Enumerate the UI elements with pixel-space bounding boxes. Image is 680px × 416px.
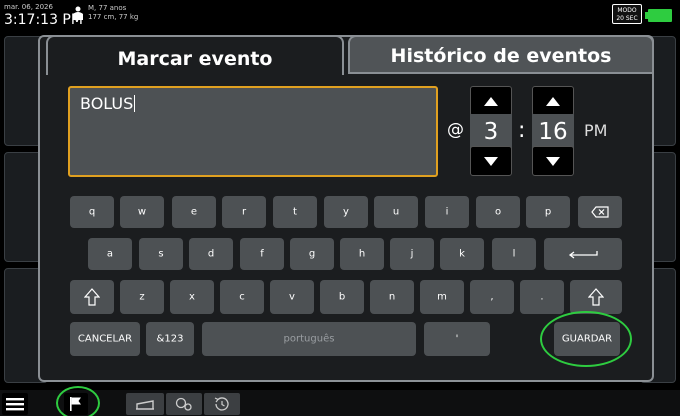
apostrophe-key[interactable]: ' — [424, 322, 490, 356]
chevron-down-icon — [484, 156, 498, 166]
flag-highlight-circle — [56, 386, 100, 416]
shift-icon — [84, 288, 100, 306]
event-text-value: BOLUS — [80, 94, 134, 113]
key-o[interactable]: o — [476, 196, 520, 228]
chevron-up-icon — [484, 96, 498, 106]
bed-button[interactable] — [126, 393, 164, 415]
mode-badge[interactable]: MODO 20 SEC — [612, 4, 642, 24]
mode-label: MODO — [617, 7, 637, 14]
key-x[interactable]: x — [170, 280, 214, 314]
backspace-key[interactable] — [578, 196, 622, 228]
key-e[interactable]: e — [172, 196, 216, 228]
patient-icon — [73, 6, 83, 20]
minute-up-button[interactable] — [532, 86, 574, 116]
event-text-input[interactable]: BOLUS — [68, 86, 438, 177]
shift-icon — [588, 288, 604, 306]
key-comma[interactable]: , — [470, 280, 514, 314]
bottom-toolbar — [0, 390, 680, 416]
key-m[interactable]: m — [420, 280, 464, 314]
mode-interval: 20 SEC — [616, 15, 638, 22]
patient-demographics: M, 77 anos — [88, 4, 127, 12]
save-highlight-circle — [540, 311, 632, 367]
chevron-up-icon — [546, 96, 560, 106]
hour-down-button[interactable] — [470, 146, 512, 176]
key-period[interactable]: . — [520, 280, 564, 314]
time-separator: : — [518, 118, 526, 143]
settings-icon — [175, 397, 192, 411]
tab-event-history[interactable]: Histórico de eventos — [348, 35, 654, 74]
shift-key-right[interactable] — [570, 280, 622, 314]
key-q[interactable]: q — [70, 196, 114, 228]
key-j[interactable]: j — [390, 238, 434, 270]
key-b[interactable]: b — [320, 280, 364, 314]
key-r[interactable]: r — [222, 196, 266, 228]
chevron-down-icon — [546, 156, 560, 166]
text-cursor — [134, 95, 136, 112]
key-i[interactable]: i — [425, 196, 469, 228]
history-icon — [214, 397, 229, 411]
space-key[interactable]: português — [202, 322, 416, 356]
key-l[interactable]: l — [492, 238, 536, 270]
bed-icon — [136, 400, 154, 410]
tab-mark-event[interactable]: Marcar evento — [46, 35, 344, 75]
key-h[interactable]: h — [340, 238, 384, 270]
key-d[interactable]: d — [189, 238, 233, 270]
key-p[interactable]: p — [526, 196, 570, 228]
backspace-icon — [591, 206, 609, 218]
key-f[interactable]: f — [240, 238, 284, 270]
key-z[interactable]: z — [120, 280, 164, 314]
key-n[interactable]: n — [370, 280, 414, 314]
shift-key-left[interactable] — [70, 280, 114, 314]
key-w[interactable]: w — [120, 196, 164, 228]
cancel-button[interactable]: CANCELAR — [70, 322, 140, 356]
date-label: mar. 06, 2026 — [4, 3, 53, 11]
minute-down-button[interactable] — [532, 146, 574, 176]
key-v[interactable]: v — [270, 280, 314, 314]
status-bar: mar. 06, 2026 3:17:13 PM M, 77 anos 177 … — [0, 0, 680, 36]
key-g[interactable]: g — [290, 238, 334, 270]
key-s[interactable]: s — [139, 238, 183, 270]
key-k[interactable]: k — [440, 238, 484, 270]
ampm-label: PM — [584, 121, 608, 140]
hour-up-button[interactable] — [470, 86, 512, 116]
menu-icon — [6, 398, 24, 411]
key-y[interactable]: y — [324, 196, 368, 228]
patient-body-metrics: 177 cm, 77 kg — [88, 13, 139, 21]
battery-icon — [645, 9, 672, 22]
settings-button[interactable] — [166, 393, 202, 415]
key-u[interactable]: u — [374, 196, 418, 228]
enter-key[interactable] — [544, 238, 622, 270]
key-a[interactable]: a — [88, 238, 132, 270]
symbols-key[interactable]: &123 — [146, 322, 194, 356]
key-c[interactable]: c — [220, 280, 264, 314]
minute-value[interactable]: 16 — [532, 114, 574, 150]
at-sign: @ — [447, 120, 464, 140]
enter-icon — [568, 251, 598, 259]
key-t[interactable]: t — [273, 196, 317, 228]
hour-value[interactable]: 3 — [470, 114, 512, 150]
history-button[interactable] — [204, 393, 240, 415]
menu-button[interactable] — [2, 393, 28, 415]
